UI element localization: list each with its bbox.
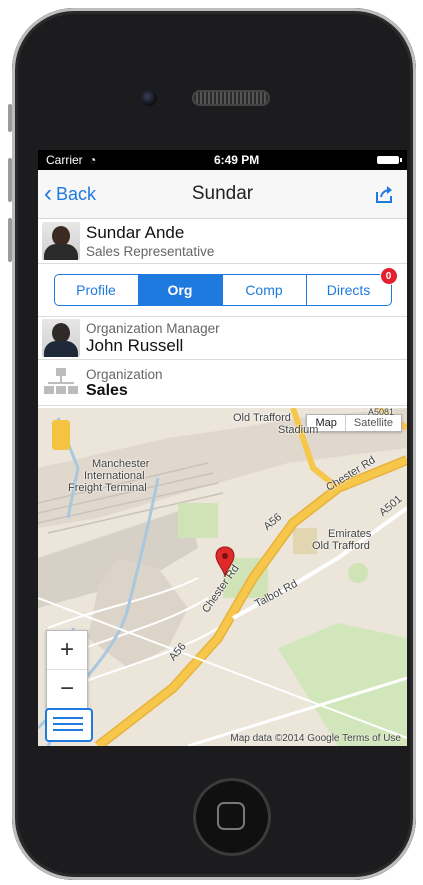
- zoom-control: + −: [46, 630, 88, 709]
- app-screen: Carrier ◔ 6:49 PM ‹ Back Sundar Sundar A…: [38, 150, 407, 746]
- map-label-old-trafford: Old Trafford: [233, 412, 291, 424]
- person-header: Sundar Ande Sales Representative: [38, 219, 407, 264]
- home-button[interactable]: [193, 778, 271, 856]
- street-view-pegman-icon[interactable]: [52, 420, 70, 450]
- volume-up-button: [8, 158, 12, 202]
- avatar: [42, 222, 80, 260]
- wifi-icon: ◔: [89, 153, 97, 167]
- manager-name: John Russell: [86, 336, 184, 355]
- menu-icon[interactable]: [45, 708, 93, 742]
- directs-count-badge: 0: [379, 267, 398, 285]
- tab-profile[interactable]: Profile: [55, 275, 139, 305]
- map-view[interactable]: Map Satellite Old Trafford Stadium A5081…: [38, 408, 407, 746]
- map-attribution[interactable]: Map data ©2014 Google Terms of Use: [230, 733, 401, 744]
- map-label-international: International: [84, 470, 145, 482]
- org-chart-icon: [42, 364, 80, 402]
- tab-org[interactable]: Org: [138, 275, 223, 305]
- mute-switch: [8, 104, 12, 132]
- organization-row[interactable]: Organization Sales: [38, 360, 407, 406]
- carrier-label: Carrier ◔: [46, 153, 97, 167]
- speaker-grille: [192, 90, 270, 106]
- status-time: 6:49 PM: [213, 153, 260, 167]
- segmented-control-bar: Profile Org Comp Directs 0: [38, 264, 407, 317]
- person-name: Sundar Ande: [86, 223, 185, 242]
- volume-down-button: [8, 218, 12, 262]
- zoom-in-button[interactable]: +: [47, 631, 87, 670]
- map-label-manchester: Manchester: [92, 458, 150, 470]
- segmented-control: Profile Org Comp Directs 0: [53, 267, 398, 306]
- manager-avatar: [42, 319, 80, 357]
- manager-label: Organization Manager: [86, 321, 220, 336]
- map-label-stadium: Stadium: [278, 424, 319, 436]
- share-icon[interactable]: [373, 183, 395, 205]
- map-label-freight-terminal: Freight Terminal: [68, 482, 147, 494]
- tab-comp[interactable]: Comp: [223, 275, 307, 305]
- person-title: Sales Representative: [86, 244, 215, 259]
- navigation-bar: ‹ Back Sundar: [38, 170, 407, 219]
- map-label-emirates: Emirates: [328, 528, 372, 540]
- tab-directs[interactable]: Directs 0: [307, 267, 398, 305]
- map-label-emirates-old-trafford: Old Trafford: [312, 540, 370, 552]
- map-pin-icon[interactable]: [214, 546, 236, 578]
- zoom-out-button[interactable]: −: [47, 670, 87, 708]
- organization-name: Sales: [86, 381, 128, 399]
- back-button[interactable]: ‹ Back: [38, 180, 96, 208]
- organization-label: Organization: [86, 366, 163, 382]
- manager-row[interactable]: Organization Manager John Russell: [38, 317, 407, 360]
- map-label-a5081: A5081: [368, 408, 395, 417]
- status-bar: Carrier ◔ 6:49 PM: [38, 150, 407, 170]
- front-camera: [141, 90, 157, 106]
- battery-icon: [377, 156, 402, 164]
- chevron-left-icon: ‹: [44, 180, 52, 207]
- tab-directs-label: Directs: [326, 282, 371, 298]
